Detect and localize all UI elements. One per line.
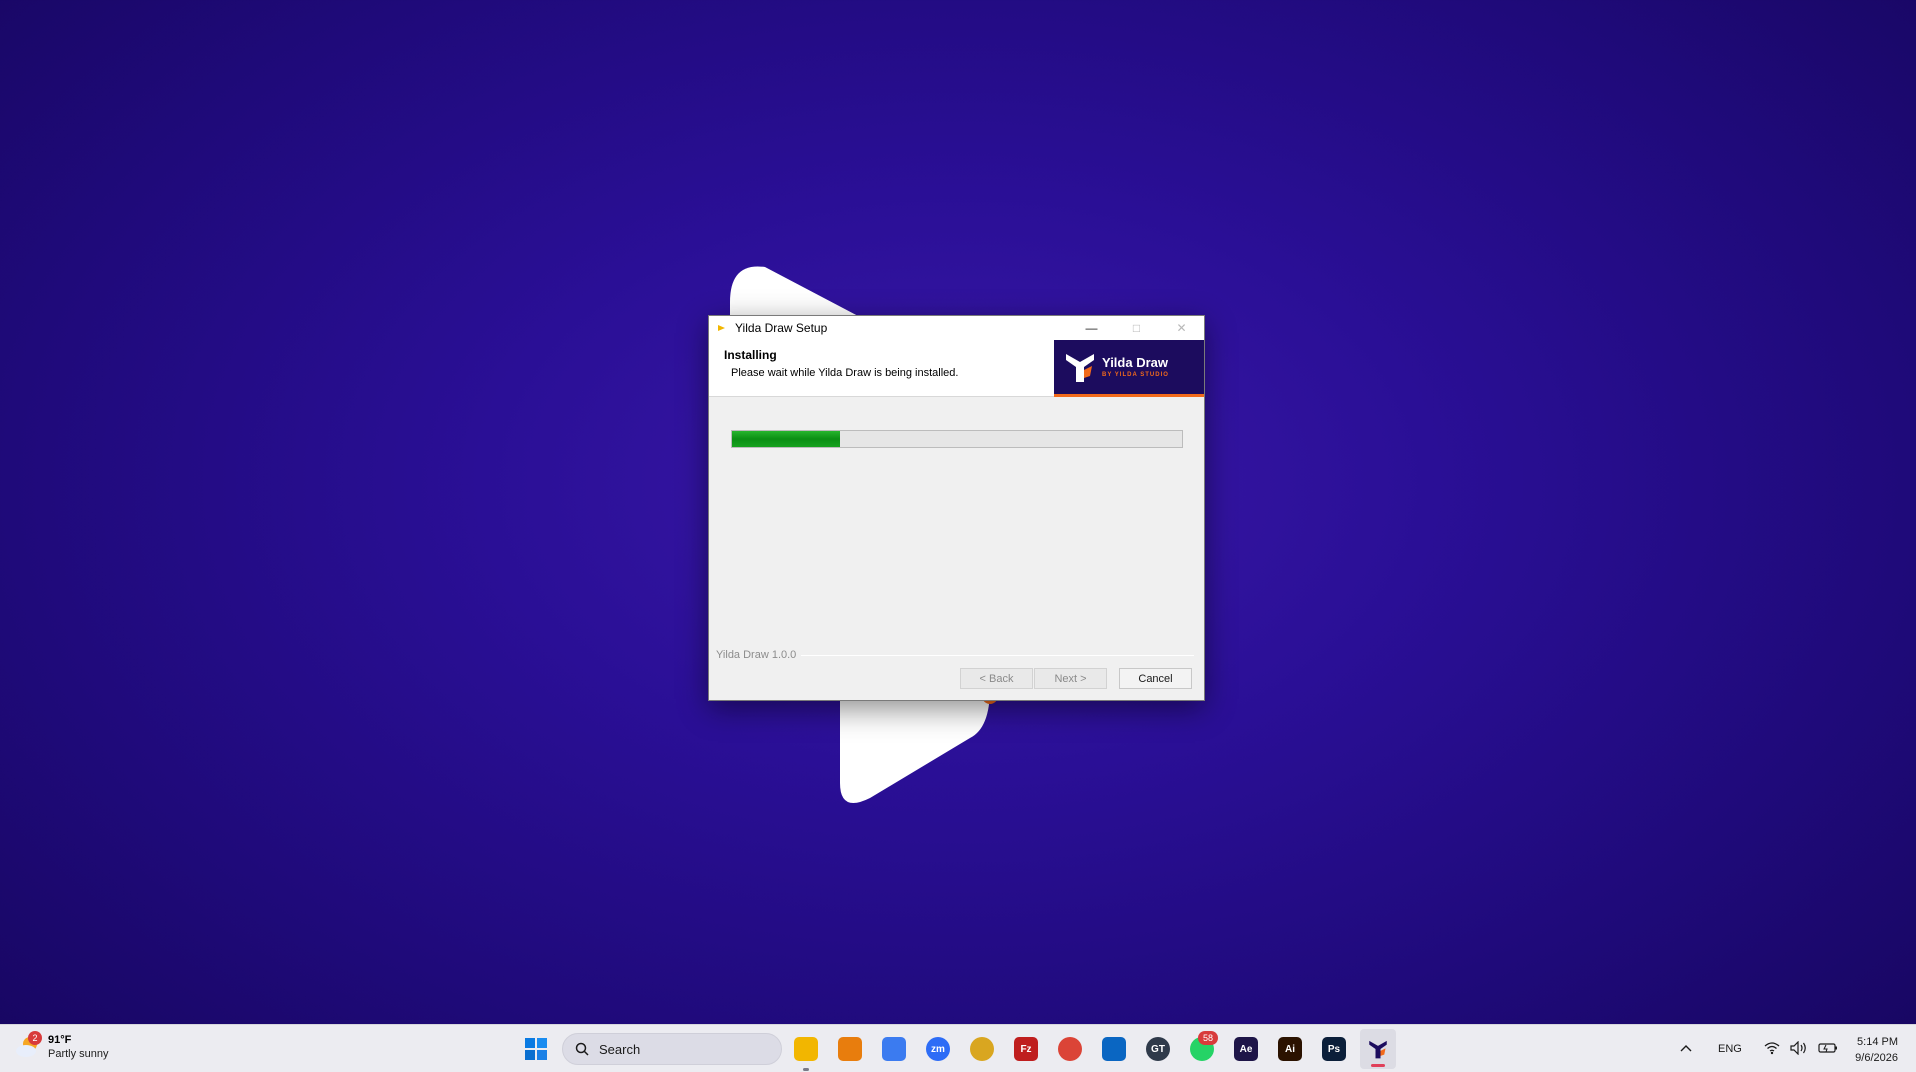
installer-header: Installing Please wait while Yilda Draw … — [709, 340, 1204, 397]
close-button[interactable]: ✕ — [1159, 316, 1204, 340]
weather-icon: 2 — [14, 1031, 42, 1061]
minimize-button[interactable]: — — [1069, 316, 1114, 340]
chevron-up-icon[interactable] — [1680, 1043, 1692, 1055]
next-button[interactable]: Next > — [1034, 668, 1107, 689]
back-button[interactable]: < Back — [960, 668, 1033, 689]
volume-icon[interactable] — [1790, 1040, 1808, 1058]
brand-banner: Yilda Draw BY YILDA STUDIO — [1054, 340, 1204, 397]
window-title: Yilda Draw Setup — [735, 321, 828, 335]
splash-logo-bottom — [840, 688, 998, 803]
zoom-icon[interactable]: zm — [924, 1035, 952, 1063]
gt-icon[interactable]: GT — [1144, 1035, 1172, 1063]
taskbar: 2 91°F Partly sunny Search zm Fz GT Ae Ai Ps … — [0, 1024, 1916, 1072]
system-tray: ENG — [1680, 1025, 1838, 1072]
installer-window: Yilda Draw Setup — □ ✕ Installing Please… — [708, 315, 1205, 701]
install-progress-bar — [731, 430, 1183, 448]
header-text: Installing Please wait while Yilda Draw … — [709, 340, 1054, 396]
cancel-button[interactable]: Cancel — [1119, 668, 1192, 689]
maximize-button[interactable]: □ — [1114, 316, 1159, 340]
blender-icon[interactable] — [836, 1035, 864, 1063]
progress-fill — [732, 431, 840, 447]
running-indicator — [803, 1068, 809, 1071]
yilda-draw-icon[interactable] — [1360, 1029, 1396, 1069]
divider-line — [801, 654, 1194, 656]
clock[interactable]: 5:14 PM 9/6/2026 — [1855, 1034, 1898, 1066]
search-label: Search — [599, 1041, 641, 1057]
brand-tagline: BY YILDA STUDIO — [1102, 372, 1169, 378]
weather-badge: 2 — [28, 1031, 42, 1045]
weather-temp: 91°F — [48, 1034, 72, 1046]
search-icon — [575, 1042, 589, 1056]
brand-name: Yilda Draw — [1102, 355, 1168, 370]
wifi-icon[interactable] — [1764, 1041, 1780, 1058]
file-explorer-icon[interactable] — [792, 1035, 820, 1071]
chrome-canary-icon[interactable] — [968, 1035, 996, 1063]
illustrator-icon[interactable]: Ai — [1276, 1035, 1304, 1063]
page-subtitle: Please wait while Yilda Draw is being in… — [731, 367, 959, 379]
app-icon — [718, 325, 725, 331]
version-divider: Yilda Draw 1.0.0 — [716, 649, 1194, 661]
version-label: Yilda Draw 1.0.0 — [716, 649, 797, 661]
weather-desc: Partly sunny — [48, 1048, 109, 1060]
running-indicator — [1371, 1064, 1385, 1067]
trello-icon[interactable] — [1100, 1035, 1128, 1063]
clock-time: 5:14 PM — [1857, 1036, 1898, 1048]
after-effects-icon[interactable]: Ae — [1232, 1035, 1260, 1063]
page-title: Installing — [724, 348, 777, 362]
copilot-icon[interactable] — [880, 1035, 908, 1063]
yilda-logo-icon — [1066, 354, 1094, 382]
clock-date: 9/6/2026 — [1855, 1052, 1898, 1064]
filezilla-icon[interactable]: Fz — [1012, 1035, 1040, 1063]
taskbar-search[interactable]: Search — [562, 1033, 782, 1065]
photoshop-icon[interactable]: Ps — [1320, 1035, 1348, 1063]
start-button[interactable] — [524, 1037, 548, 1061]
language-indicator[interactable]: ENG — [1718, 1043, 1742, 1055]
title-bar[interactable]: Yilda Draw Setup — □ ✕ — [709, 316, 1204, 340]
chrome-icon[interactable] — [1056, 1035, 1084, 1063]
weather-widget[interactable]: 2 91°F Partly sunny — [14, 1031, 109, 1061]
battery-icon[interactable] — [1818, 1042, 1838, 1057]
whatsapp-badge: 58 — [1198, 1031, 1218, 1045]
